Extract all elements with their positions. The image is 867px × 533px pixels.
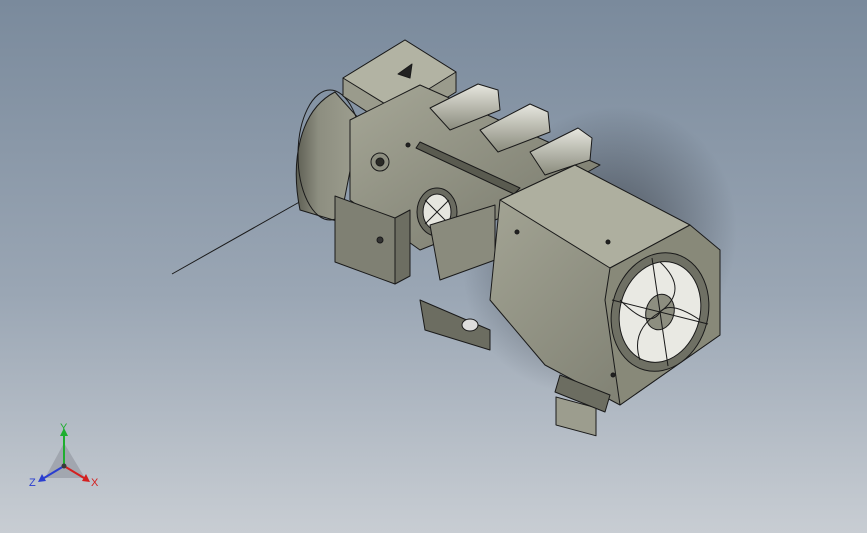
reference-line [171,199,304,275]
z-axis-label: Z [29,477,36,489]
x-axis-label: X [91,477,99,489]
motor-model[interactable] [295,39,722,437]
y-axis-label: Y [60,422,68,434]
cad-viewport[interactable]: Y X Z [0,0,867,533]
axis-triad: Y X Z [29,422,99,489]
